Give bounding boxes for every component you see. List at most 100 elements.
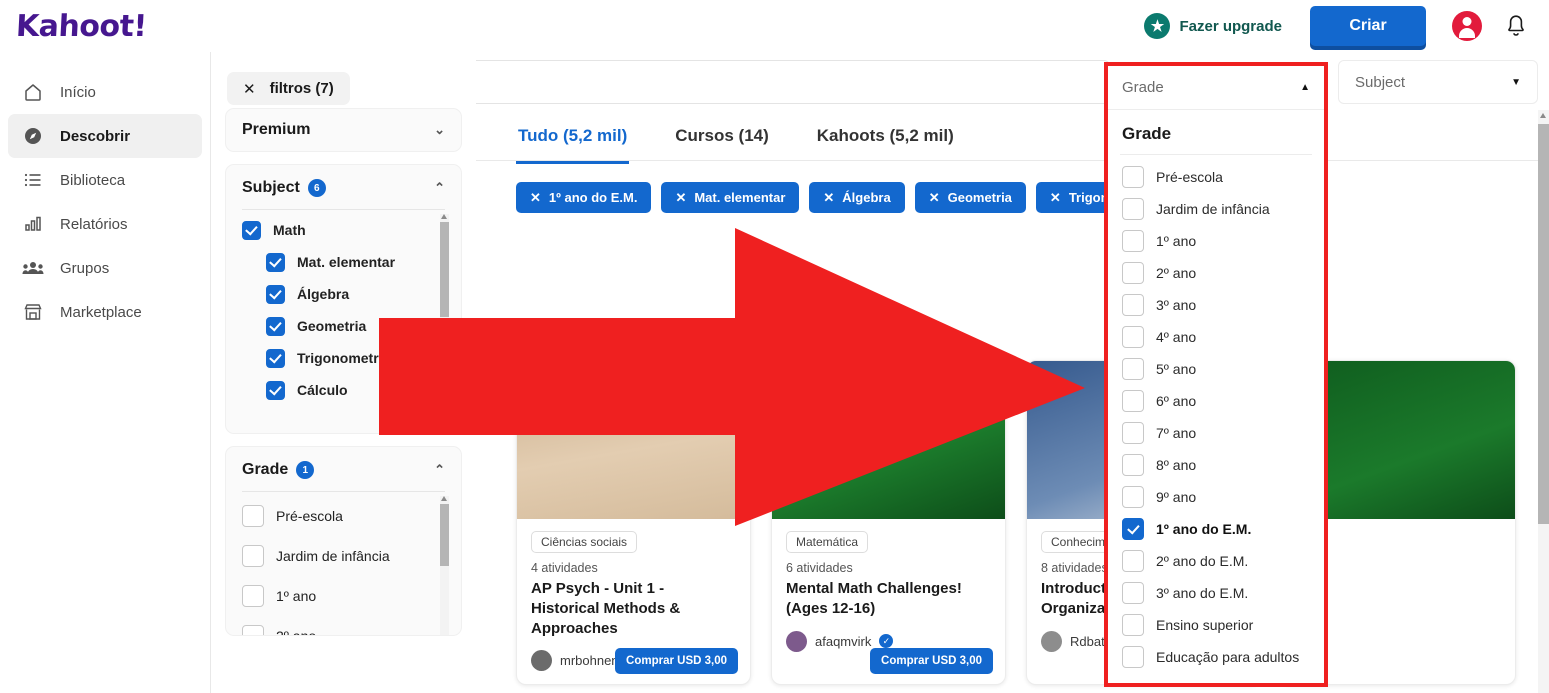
checkbox-icon[interactable]: [266, 380, 285, 400]
checkbox-icon[interactable]: [266, 252, 285, 272]
checkbox-icon[interactable]: [1122, 262, 1144, 284]
checkbox-icon[interactable]: [1122, 326, 1144, 348]
chip-geometria[interactable]: ✕ Geometria: [914, 182, 1026, 213]
subject-option-trigonometria[interactable]: Trigonometria: [242, 342, 445, 374]
scroll-up-arrow-icon[interactable]: [1540, 113, 1546, 118]
subject-option-mat-elementar[interactable]: Mat. elementar: [242, 246, 445, 278]
grade-option-3-ano[interactable]: 3º ano: [1122, 289, 1310, 321]
grade-option-pre-escola[interactable]: Pré-escola: [1122, 161, 1310, 193]
sidebar-item-inicio[interactable]: Início: [8, 70, 202, 114]
sidebar-item-relatorios[interactable]: Relatórios: [8, 202, 202, 246]
buy-button[interactable]: Comprar USD 3,00: [870, 648, 993, 674]
notification-bell-icon[interactable]: [1505, 14, 1527, 38]
checkbox-icon[interactable]: [242, 220, 261, 240]
grade-option-3-ano-do-em[interactable]: 3º ano do E.M.: [1122, 577, 1310, 609]
grade-list-scrollbar[interactable]: [440, 496, 449, 635]
checkbox-icon[interactable]: [1122, 390, 1144, 412]
course-card[interactable]: Ciências sociais 4 atividades AP Psych -…: [516, 360, 751, 685]
grade-option-jardim[interactable]: Jardim de infância: [242, 536, 445, 576]
grade-option-4-ano[interactable]: 4º ano: [1122, 321, 1310, 353]
checkbox-icon[interactable]: [1122, 422, 1144, 444]
sidebar-item-grupos[interactable]: Grupos: [8, 246, 202, 290]
grade-option-pre-escola[interactable]: Pré-escola: [242, 496, 445, 536]
sidebar-item-marketplace[interactable]: Marketplace: [8, 290, 202, 334]
grade-option-1-ano[interactable]: 1º ano: [1122, 225, 1310, 257]
subject-option-geometria[interactable]: Geometria: [242, 310, 445, 342]
checkbox-icon[interactable]: [266, 316, 285, 336]
close-icon[interactable]: ✕: [823, 190, 834, 206]
buy-button[interactable]: Comprar USD 3,00: [615, 648, 738, 674]
subject-option-math[interactable]: Math: [242, 214, 445, 246]
grade-option-1-ano-do-em[interactable]: 1º ano do E.M.: [1122, 513, 1310, 545]
checkbox-icon[interactable]: [1122, 518, 1144, 540]
grade-option-ensino-superior[interactable]: Ensino superior: [1122, 609, 1310, 641]
close-icon[interactable]: ✕: [1050, 190, 1061, 206]
scrollbar-thumb[interactable]: [1538, 124, 1549, 524]
checkbox-icon[interactable]: [1122, 486, 1144, 508]
scrollbar-thumb[interactable]: [440, 222, 449, 317]
subject-header[interactable]: Subject 6 ⌃: [242, 179, 445, 197]
checkbox-icon[interactable]: [1122, 646, 1144, 668]
caret-down-icon[interactable]: ▼: [1511, 77, 1521, 88]
checkbox-icon[interactable]: [1122, 166, 1144, 188]
sidebar-item-biblioteca[interactable]: Biblioteca: [8, 158, 202, 202]
main-scrollbar[interactable]: [1538, 110, 1549, 693]
grade-option-1-ano[interactable]: 1º ano: [242, 576, 445, 616]
checkbox-icon[interactable]: [242, 625, 264, 635]
checkbox-icon[interactable]: [1122, 230, 1144, 252]
tab-kahoots[interactable]: Kahoots (5,2 mil): [815, 112, 956, 164]
tab-cursos[interactable]: Cursos (14): [673, 112, 771, 164]
close-icon[interactable]: ✕: [530, 190, 541, 206]
kahoot-logo[interactable]: Kahoot!: [15, 9, 147, 44]
checkbox-icon[interactable]: [266, 348, 285, 368]
grade-option-9-ano[interactable]: 9º ano: [1122, 481, 1310, 513]
checkbox-icon[interactable]: [266, 284, 285, 304]
scrollbar-thumb[interactable]: [440, 504, 449, 566]
grade-option-8-ano[interactable]: 8º ano: [1122, 449, 1310, 481]
grade-option-educacao-para-adultos[interactable]: Educação para adultos: [1122, 641, 1310, 673]
checkbox-icon[interactable]: [1122, 614, 1144, 636]
subject-option-algebra[interactable]: Álgebra: [242, 278, 445, 310]
grade-option-jardim-de-infancia[interactable]: Jardim de infância: [1122, 193, 1310, 225]
grade-option-2-ano[interactable]: 2º ano: [1122, 257, 1310, 289]
caret-up-icon[interactable]: ▲: [1300, 82, 1310, 93]
grade-header[interactable]: Grade 1 ⌃: [242, 461, 445, 479]
checkbox-icon[interactable]: [242, 545, 264, 567]
grade-option-2-ano[interactable]: 2º ano: [242, 616, 445, 635]
grade-option-7-ano[interactable]: 7º ano: [1122, 417, 1310, 449]
premium-header[interactable]: Premium ⌄: [242, 121, 445, 139]
subject-option-calculo[interactable]: Cálculo: [242, 374, 445, 406]
checkbox-icon[interactable]: [1122, 550, 1144, 572]
chevron-up-icon[interactable]: ⌃: [434, 462, 445, 478]
scroll-up-arrow-icon[interactable]: [441, 496, 447, 501]
checkbox-icon[interactable]: [242, 505, 264, 527]
checkbox-icon[interactable]: [1122, 294, 1144, 316]
checkbox-icon[interactable]: [1122, 454, 1144, 476]
chip-1-ano-do-em[interactable]: ✕ 1º ano do E.M.: [516, 182, 652, 213]
grade-option-5-ano[interactable]: 5º ano: [1122, 353, 1310, 385]
grade-dropdown-trigger[interactable]: Grade ▲: [1108, 66, 1324, 110]
chip-algebra[interactable]: ✕ Álgebra: [809, 182, 905, 213]
tab-tudo[interactable]: Tudo (5,2 mil): [516, 112, 630, 164]
grade-option-6-ano[interactable]: 6º ano: [1122, 385, 1310, 417]
chevron-down-icon[interactable]: ⌄: [434, 122, 445, 138]
upgrade-button[interactable]: ★ Fazer upgrade: [1144, 13, 1282, 39]
sidebar-item-descobrir[interactable]: Descobrir: [8, 114, 202, 158]
subject-dropdown-trigger[interactable]: Subject ▼: [1338, 60, 1538, 104]
close-icon[interactable]: ✕: [675, 190, 686, 206]
subject-list-scrollbar[interactable]: [440, 214, 449, 406]
checkbox-icon[interactable]: [1122, 198, 1144, 220]
search-input[interactable]: Search: [476, 60, 1110, 104]
close-icon[interactable]: ✕: [929, 190, 940, 206]
filters-toggle-button[interactable]: ✕ filtros (7): [227, 72, 350, 105]
checkbox-icon[interactable]: [1122, 358, 1144, 380]
course-card[interactable]: Matemática 6 atividades Mental Math Chal…: [771, 360, 1006, 685]
chevron-up-icon[interactable]: ⌃: [434, 180, 445, 196]
create-button[interactable]: Criar: [1310, 6, 1426, 46]
grade-option-2-ano-do-em[interactable]: 2º ano do E.M.: [1122, 545, 1310, 577]
avatar[interactable]: [1452, 11, 1482, 41]
checkbox-icon[interactable]: [242, 585, 264, 607]
checkbox-icon[interactable]: [1122, 582, 1144, 604]
scroll-up-arrow-icon[interactable]: [441, 214, 447, 219]
filter-section-premium[interactable]: Premium ⌄: [225, 108, 462, 152]
